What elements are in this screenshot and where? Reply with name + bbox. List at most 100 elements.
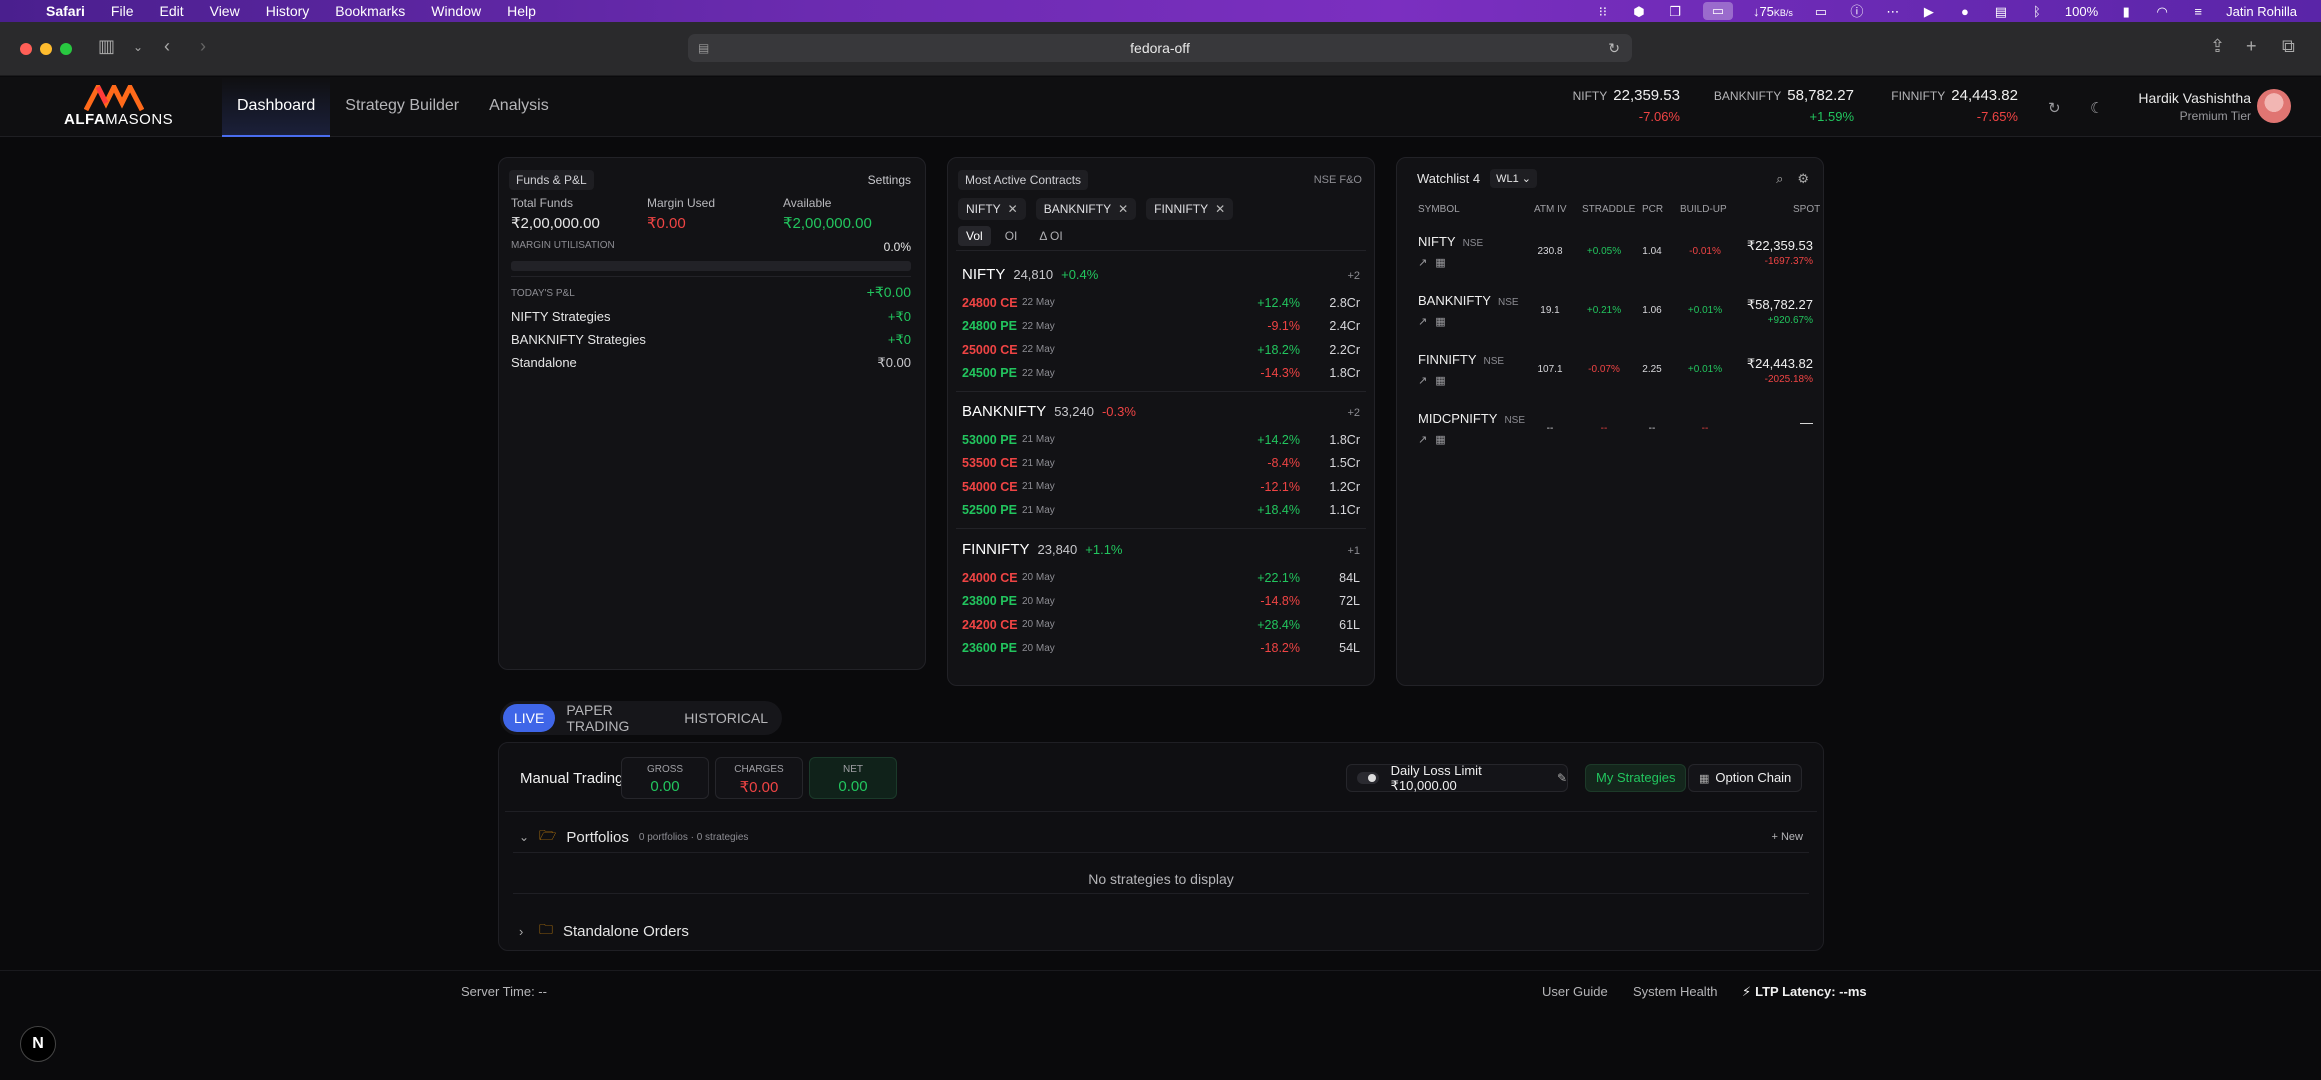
option-table-icon[interactable]: ▦ [1435,316,1453,328]
contract-row[interactable]: 24800 CE 22 May +12.4% 2.8Cr [962,291,1360,315]
new-tab-icon[interactable]: + [2246,36,2257,57]
control-center-icon[interactable]: ≡ [2190,5,2206,18]
menu-help[interactable]: Help [507,3,536,19]
play-icon[interactable]: ▶ [1921,5,1937,18]
bluetooth-icon[interactable]: ᛒ [2029,5,2045,18]
ticker-banknifty[interactable]: BANKNIFTY 58,782.27 +1.59% [1700,87,1854,124]
person-icon[interactable]: ● [1957,5,1973,18]
chip-nifty[interactable]: NIFTY ✕ [958,198,1026,220]
trend-chart-icon[interactable]: ↗ [1418,434,1435,446]
chevron-right-icon[interactable]: › [519,924,539,939]
contract-row[interactable]: 53000 PE 21 May +14.2% 1.8Cr [962,428,1360,452]
tab-strategy-builder[interactable]: Strategy Builder [330,77,474,137]
share-icon[interactable]: ⇪ [2210,36,2225,57]
battery-icon[interactable]: ▮ [2118,5,2134,18]
funds-settings-link[interactable]: Settings [868,173,911,190]
daily-loss-limit[interactable]: Daily Loss Limit ₹10,000.00 ✎ [1346,763,1568,793]
ticker-nifty[interactable]: NIFTY 22,359.53 -7.06% [1560,87,1680,124]
group-header[interactable]: NIFTY 24,810 +0.4% +2 [962,266,1360,283]
tab-dashboard[interactable]: Dashboard [222,77,331,137]
reload-icon[interactable]: ↻ [1608,40,1620,57]
trend-chart-icon[interactable]: ↗ [1418,375,1435,387]
back-icon[interactable]: ‹ [164,36,170,57]
refresh-icon[interactable]: ↻ [2048,99,2061,117]
option-table-icon[interactable]: ▦ [1435,375,1453,387]
menu-view[interactable]: View [210,3,240,19]
grid-icon[interactable]: ⁝⁝ [1595,5,1611,18]
windows-icon[interactable]: ❐ [1667,5,1683,18]
ticker-finnifty[interactable]: FINNIFTY 24,443.82 -7.65% [1872,87,2018,124]
page-settings-icon[interactable]: ▤ [698,41,709,55]
card-icon[interactable]: ▤ [1993,5,2009,18]
menu-window[interactable]: Window [431,3,481,19]
menu-bookmarks[interactable]: Bookmarks [335,3,405,19]
watchlist-row-finnifty[interactable]: FINNIFTY NSE ↗▦ 107.1 -0.07% 2.25 +0.01% ₹24,44… [1397,346,1823,402]
watchlist-selector[interactable]: WL1 ⌄ [1490,169,1537,188]
my-strategies-button[interactable]: My Strategies [1585,764,1687,792]
contract-row[interactable]: 24800 PE 22 May -9.1% 2.4Cr [962,315,1360,339]
daily-loss-toggle[interactable] [1357,772,1379,784]
new-portfolio-button[interactable]: + New [1772,831,1804,843]
gear-icon[interactable]: ⚙ [1797,171,1809,187]
close-window-button[interactable] [20,43,32,55]
close-icon[interactable]: ✕ [1008,202,1018,216]
monitor-icon[interactable]: ▭ [1813,5,1829,18]
contract-row[interactable]: 24200 CE 20 May +28.4% 61L [962,613,1360,637]
menubar-user[interactable]: Jatin Rohilla [2226,4,2297,19]
tab-paper-trading[interactable]: PAPER TRADING [555,696,673,740]
option-chain-button[interactable]: ▦ Option Chain [1688,764,1803,792]
contract-row[interactable]: 23800 PE 20 May -14.8% 72L [962,590,1360,614]
trend-chart-icon[interactable]: ↗ [1418,316,1435,328]
option-table-icon[interactable]: ▦ [1435,257,1453,269]
contract-row[interactable]: 52500 PE 21 May +18.4% 1.1Cr [962,499,1360,523]
menu-edit[interactable]: Edit [159,3,183,19]
user-guide-link[interactable]: User Guide [1542,984,1608,999]
metric-vol[interactable]: Vol [958,226,991,246]
contract-row[interactable]: 53500 CE 21 May -8.4% 1.5Cr [962,452,1360,476]
system-health-link[interactable]: System Health [1633,984,1718,999]
search-icon[interactable]: ⌕ [1776,171,1783,187]
wifi-icon[interactable]: ◠ [2154,5,2170,18]
address-bar[interactable]: ▤ fedora-off ↻ [688,34,1632,62]
contract-row[interactable]: 54000 CE 21 May -12.1% 1.2Cr [962,475,1360,499]
trend-chart-icon[interactable]: ↗ [1418,257,1435,269]
tab-overview-icon[interactable]: ⧉ [2282,36,2295,57]
brand-logo[interactable]: ALFAMASONS [64,85,173,129]
close-icon[interactable]: ✕ [1215,202,1225,216]
box-icon[interactable]: ⬢ [1631,5,1647,18]
watchlist-row-banknifty[interactable]: BANKNIFTY NSE ↗▦ 19.1 +0.21% 1.06 +0.01% ₹58,78… [1397,287,1823,343]
watchlist-row-nifty[interactable]: NIFTY NSE ↗▦ 230.8 +0.05% 1.04 -0.01% ₹22,359.5… [1397,228,1823,284]
option-table-icon[interactable]: ▦ [1435,434,1453,446]
chevron-down-icon[interactable]: ⌄ [133,40,143,54]
tab-historical[interactable]: HISTORICAL [673,704,779,732]
dashes-icon[interactable]: ⋯ [1885,5,1901,18]
watchlist-row-midcpnifty[interactable]: MIDCPNIFTY NSE ↗▦ -- -- -- -- — [1397,405,1823,461]
chip-finnifty[interactable]: FINNIFTY ✕ [1146,198,1234,220]
portfolios-row[interactable]: ⌄ 🗁 Portfolios 0 portfolios · 0 strategi… [519,825,1803,849]
display-icon[interactable]: ▭ [1702,2,1733,20]
contract-row[interactable]: 23600 PE 20 May -18.2% 54L [962,637,1360,661]
metric-oi[interactable]: OI [997,226,1026,246]
standalone-orders-row[interactable]: › 🗀 Standalone Orders [519,919,689,943]
group-header[interactable]: FINNIFTY 23,840 +1.1% +1 [962,541,1360,558]
menu-file[interactable]: File [111,3,134,19]
metric-delta-oi[interactable]: Δ OI [1031,226,1070,246]
close-icon[interactable]: ✕ [1118,202,1128,216]
contract-row[interactable]: 25000 CE 22 May +18.2% 2.2Cr [962,338,1360,362]
edit-icon[interactable]: ✎ [1557,771,1567,785]
forward-icon[interactable]: › [200,36,206,57]
chevron-down-icon[interactable]: ⌄ [519,830,539,844]
menu-history[interactable]: History [266,3,310,19]
tab-live[interactable]: LIVE [503,704,556,732]
moon-icon[interactable]: ☾ [2090,99,2103,117]
user-info[interactable]: Hardik Vashishtha Premium Tier [2138,90,2251,123]
minimize-window-button[interactable] [40,43,52,55]
group-header[interactable]: BANKNIFTY 53,240 -0.3% +2 [962,403,1360,420]
info-icon[interactable]: ⓘ [1849,5,1865,18]
avatar[interactable] [2257,89,2291,123]
tab-analysis[interactable]: Analysis [474,77,564,137]
next-dev-badge[interactable]: N [20,1026,56,1062]
contract-row[interactable]: 24500 PE 22 May -14.3% 1.8Cr [962,362,1360,386]
menu-app-safari[interactable]: Safari [46,3,85,19]
zoom-window-button[interactable] [60,43,72,55]
